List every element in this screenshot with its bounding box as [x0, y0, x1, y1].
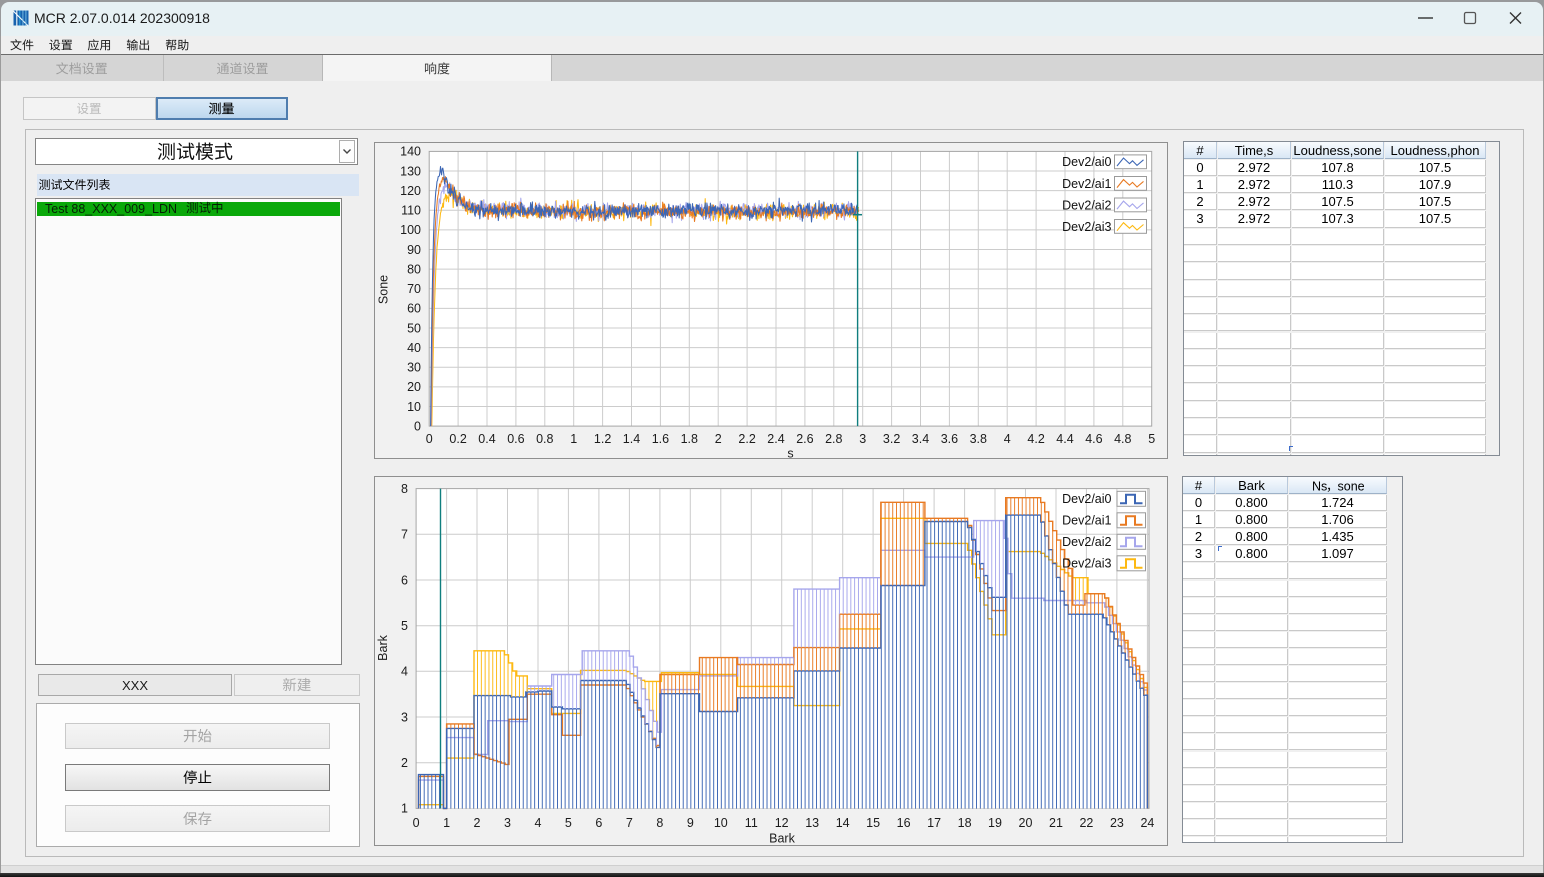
svg-text:5: 5 — [401, 619, 408, 633]
svg-text:4.6: 4.6 — [1085, 432, 1102, 446]
svg-text:23: 23 — [1110, 816, 1124, 830]
svg-text:4.2: 4.2 — [1027, 432, 1044, 446]
svg-text:0.8: 0.8 — [536, 432, 553, 446]
svg-text:2: 2 — [474, 816, 481, 830]
svg-text:6: 6 — [401, 573, 408, 587]
svg-text:4: 4 — [1004, 432, 1011, 446]
svg-text:17: 17 — [927, 816, 941, 830]
svg-text:22: 22 — [1079, 816, 1093, 830]
svg-text:3.2: 3.2 — [883, 432, 900, 446]
svg-text:3: 3 — [401, 710, 408, 724]
svg-text:10: 10 — [407, 400, 421, 414]
svg-text:Sone: Sone — [377, 275, 391, 304]
svg-text:3: 3 — [859, 432, 866, 446]
svg-text:Dev2/ai0: Dev2/ai0 — [1062, 492, 1111, 506]
svg-text:8: 8 — [401, 482, 408, 496]
svg-text:140: 140 — [400, 145, 421, 159]
svg-text:40: 40 — [407, 341, 421, 355]
svg-text:8: 8 — [656, 816, 663, 830]
svg-text:13: 13 — [805, 816, 819, 830]
svg-text:24: 24 — [1140, 816, 1154, 830]
svg-text:14: 14 — [836, 816, 850, 830]
svg-text:1: 1 — [570, 432, 577, 446]
svg-text:20: 20 — [1019, 816, 1033, 830]
svg-text:0: 0 — [414, 419, 421, 433]
svg-text:Dev2/ai2: Dev2/ai2 — [1062, 535, 1111, 549]
svg-text:50: 50 — [407, 321, 421, 335]
svg-text:3.6: 3.6 — [941, 432, 958, 446]
svg-text:5: 5 — [1148, 432, 1155, 446]
svg-text:70: 70 — [407, 282, 421, 296]
svg-text:0.6: 0.6 — [507, 432, 524, 446]
svg-text:120: 120 — [400, 184, 421, 198]
svg-text:4.8: 4.8 — [1114, 432, 1131, 446]
svg-text:19: 19 — [988, 816, 1002, 830]
svg-text:5: 5 — [565, 816, 572, 830]
svg-text:2.2: 2.2 — [738, 432, 755, 446]
svg-text:Dev2/ai3: Dev2/ai3 — [1062, 220, 1111, 234]
svg-text:2: 2 — [401, 756, 408, 770]
svg-text:1: 1 — [443, 816, 450, 830]
svg-text:10: 10 — [714, 816, 728, 830]
svg-text:12: 12 — [775, 816, 789, 830]
svg-text:Dev2/ai0: Dev2/ai0 — [1062, 155, 1111, 169]
svg-text:20: 20 — [407, 380, 421, 394]
svg-text:4.4: 4.4 — [1056, 432, 1073, 446]
svg-text:9: 9 — [687, 816, 694, 830]
svg-text:3.4: 3.4 — [912, 432, 929, 446]
svg-text:s: s — [787, 447, 793, 460]
svg-text:11: 11 — [745, 816, 758, 830]
svg-text:60: 60 — [407, 302, 421, 316]
svg-text:80: 80 — [407, 262, 421, 276]
svg-text:7: 7 — [626, 816, 633, 830]
svg-text:1.6: 1.6 — [652, 432, 669, 446]
svg-text:4: 4 — [401, 665, 408, 679]
svg-text:0.2: 0.2 — [449, 432, 466, 446]
svg-text:Bark: Bark — [376, 634, 390, 660]
svg-text:110: 110 — [401, 204, 421, 218]
svg-text:0.4: 0.4 — [478, 432, 495, 446]
svg-text:7: 7 — [401, 528, 408, 542]
svg-text:4: 4 — [535, 816, 542, 830]
svg-text:6: 6 — [595, 816, 602, 830]
svg-text:1.2: 1.2 — [594, 432, 611, 446]
svg-text:90: 90 — [407, 243, 421, 257]
svg-text:15: 15 — [866, 816, 880, 830]
svg-text:2.6: 2.6 — [796, 432, 813, 446]
svg-text:30: 30 — [407, 361, 421, 375]
svg-text:0: 0 — [426, 432, 433, 446]
svg-text:0: 0 — [413, 816, 420, 830]
svg-text:1: 1 — [401, 802, 408, 816]
svg-text:Bark: Bark — [769, 832, 795, 846]
svg-text:Dev2/ai3: Dev2/ai3 — [1062, 557, 1111, 571]
svg-text:Dev2/ai2: Dev2/ai2 — [1062, 198, 1111, 212]
svg-text:2.4: 2.4 — [767, 432, 784, 446]
svg-text:18: 18 — [958, 816, 972, 830]
svg-text:2.8: 2.8 — [825, 432, 842, 446]
svg-text:3.8: 3.8 — [970, 432, 987, 446]
svg-text:2: 2 — [715, 432, 722, 446]
svg-text:100: 100 — [400, 223, 421, 237]
svg-text:21: 21 — [1049, 816, 1063, 830]
svg-text:16: 16 — [897, 816, 911, 830]
svg-text:1.4: 1.4 — [623, 432, 640, 446]
svg-text:1.8: 1.8 — [681, 432, 698, 446]
svg-text:Dev2/ai1: Dev2/ai1 — [1062, 177, 1111, 191]
svg-text:3: 3 — [504, 816, 511, 830]
svg-text:130: 130 — [400, 164, 421, 178]
svg-text:Dev2/ai1: Dev2/ai1 — [1062, 514, 1111, 528]
